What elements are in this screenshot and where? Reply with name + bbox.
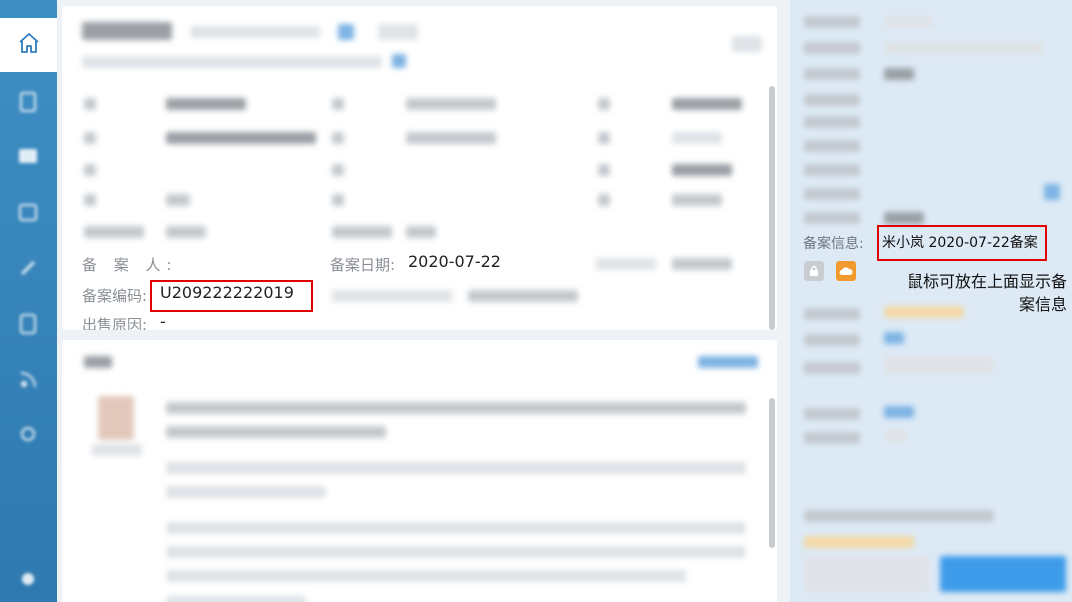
filer-label: 备 案 人: [82, 256, 178, 274]
location-icon[interactable] [16, 424, 40, 448]
date-label: 备案日期: [330, 256, 396, 274]
scrollbar[interactable] [769, 86, 775, 330]
comment-scrollbar[interactable] [769, 398, 775, 548]
detail-card: 备 案 人: 备案日期: 2020-07-22 备案编码: U209222222… [62, 6, 777, 330]
home-icon [17, 31, 41, 59]
list-icon[interactable] [16, 312, 40, 336]
blurred-fields-top [790, 0, 1072, 225]
main-content: 备 案 人: 备案日期: 2020-07-22 备案编码: U209222222… [62, 6, 777, 602]
rss-icon[interactable] [16, 368, 40, 392]
info-value[interactable]: 米小岚 2020-07-22备案 [882, 232, 1038, 252]
nav-item-home[interactable] [0, 18, 57, 72]
hover-annotation: 鼠标可放在上面显示备案信息 [906, 272, 1067, 314]
settings-icon[interactable] [16, 567, 40, 591]
blurred-fields-bottom [790, 290, 1072, 602]
info-label: 备案信息: [803, 236, 864, 252]
blurred-header [62, 6, 777, 246]
date-value: 2020-07-22 [408, 252, 501, 271]
calendar-icon[interactable] [16, 200, 40, 224]
comment-card [62, 340, 777, 602]
app-window: 备 案 人: 备案日期: 2020-07-22 备案编码: U209222222… [0, 0, 1072, 602]
lock-icon[interactable] [804, 261, 824, 281]
code-label: 备案编码: [82, 287, 148, 305]
upload-cloud-icon[interactable] [836, 261, 856, 281]
blurred-comments [62, 340, 777, 602]
document-icon[interactable] [16, 90, 40, 114]
rocket-icon[interactable] [16, 256, 40, 280]
reason-label: 出售原因: [82, 316, 148, 330]
reason-value: - [160, 312, 166, 330]
code-value: U209222222019 [160, 283, 294, 302]
image-icon[interactable] [16, 144, 40, 168]
left-nav [0, 0, 57, 602]
